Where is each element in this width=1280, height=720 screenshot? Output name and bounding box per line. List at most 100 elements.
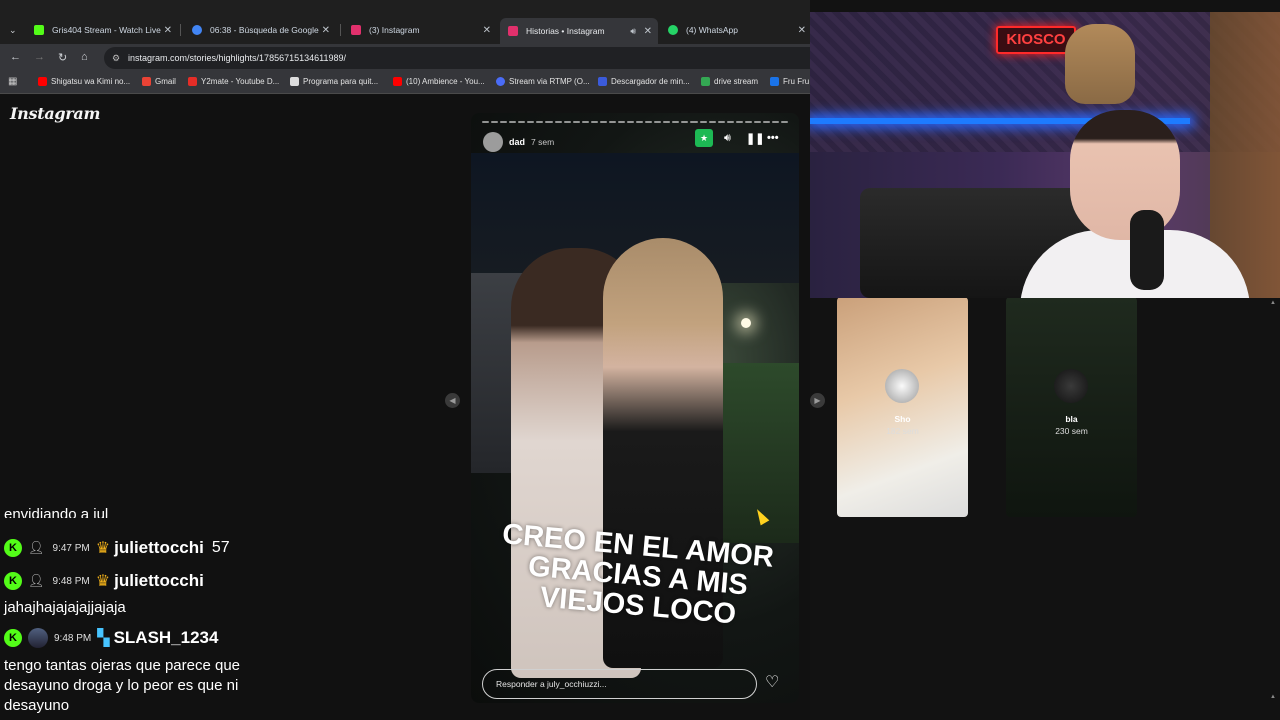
tab-title: (3) Instagram — [369, 25, 420, 35]
volume-icon[interactable]: 🔊︎ — [724, 132, 731, 145]
highlight-thumbnail[interactable]: Sho 182 sem — [837, 297, 968, 517]
bookmark-label: (10) Ambience - You... — [406, 77, 485, 86]
chat-message-text: 57 — [211, 539, 230, 556]
site-info-icon[interactable]: ⚙ — [112, 47, 120, 69]
address-bar[interactable]: ⚙ instagram.com/stories/highlights/17856… — [104, 47, 810, 69]
highlight-thumbnail[interactable]: bla 230 sem — [1006, 297, 1137, 517]
scroll-down-icon[interactable]: ▲ — [1270, 694, 1278, 702]
more-options-icon[interactable]: ••• — [767, 132, 779, 144]
close-icon[interactable]: ✕ — [322, 25, 330, 36]
instagram-favicon-icon — [351, 25, 361, 35]
close-icon[interactable]: ✕ — [798, 25, 806, 36]
bookmark-label: Descargador de min... — [611, 77, 690, 86]
bookmark-label: Shigatsu wa Kimi no... — [51, 77, 131, 86]
chat-message: K 9:48 PM ▚ SLASH_1234 — [4, 628, 218, 648]
downloader-icon — [598, 77, 607, 86]
bookmark-item[interactable]: Fru Fru — [770, 77, 809, 86]
chat-time: 9:47 PM — [52, 542, 90, 554]
drive-icon — [701, 77, 710, 86]
close-friends-star-icon[interactable]: ★ — [695, 129, 713, 147]
story-lamp — [741, 318, 751, 328]
kick-favicon-icon — [34, 25, 44, 35]
neon-sign: KIOSCO — [996, 26, 1076, 54]
webcam-overlay: KIOSCO — [810, 12, 1280, 298]
bookmark-label: drive stream — [714, 77, 759, 86]
close-icon[interactable]: ✕ — [483, 25, 491, 36]
whatsapp-favicon-icon — [668, 25, 678, 35]
home-icon[interactable]: ⌂ — [81, 51, 88, 63]
next-story-icon[interactable]: ▶ — [810, 393, 825, 408]
chat-message-text: envidiando a jul — [4, 508, 109, 518]
restream-icon — [496, 77, 505, 86]
close-icon[interactable]: ✕ — [644, 26, 652, 37]
avatar[interactable] — [483, 132, 503, 152]
speaker-icon[interactable]: 🔊︎ — [630, 26, 636, 37]
stream-chat: envidiando a jul K 👤︎ 9:47 PM ♛ julietto… — [0, 508, 270, 720]
bookmark-item[interactable]: Stream via RTMP (O... — [496, 77, 590, 86]
avatar — [885, 369, 919, 403]
crown-icon: ♛ — [95, 540, 111, 557]
avatar — [28, 628, 48, 648]
bookmark-item[interactable]: Descargador de min... — [598, 77, 690, 86]
program-icon — [290, 77, 299, 86]
tab-historias-instagram[interactable]: Historias • Instagram 🔊︎ ✕ — [500, 18, 658, 44]
bookmark-item[interactable]: Shigatsu wa Kimi no... — [38, 77, 130, 86]
tab-kick[interactable]: Gris404 Stream - Watch Live on ✕ — [26, 18, 178, 42]
y2mate-icon — [188, 77, 197, 86]
youtube-icon — [38, 77, 47, 86]
browser-toolbar: ← → ↻ ⌂ ⚙ instagram.com/stories/highligh… — [0, 44, 810, 72]
story-caption: CREO EN EL AMOR GRACIAS A MIS VIEJOS LOC… — [483, 518, 793, 630]
tab-whatsapp[interactable]: (4) WhatsApp ✕ — [660, 18, 812, 42]
gmail-icon — [142, 77, 151, 86]
reload-icon[interactable]: ↻ — [58, 51, 67, 64]
tab-instagram[interactable]: (3) Instagram ✕ — [343, 18, 497, 42]
pause-icon[interactable]: ❚❚ — [746, 132, 764, 145]
bookmark-item[interactable]: Programa para quit... — [290, 77, 378, 86]
bookmark-label: Fru Fru — [783, 77, 810, 86]
bookmark-item[interactable]: drive stream — [701, 77, 758, 86]
tab-google[interactable]: 06:38 - Búsqueda de Google ✕ — [184, 18, 336, 42]
youtube-icon — [393, 77, 402, 86]
tab-search-icon[interactable]: ⌄ — [9, 25, 17, 36]
screen: ⌄ Gris404 Stream - Watch Live on ✕ 06:38… — [0, 0, 1280, 720]
bookmark-item[interactable]: (10) Ambience - You... — [393, 77, 485, 86]
back-icon[interactable]: ← — [10, 51, 21, 63]
instagram-logo[interactable]: Instagram — [10, 104, 100, 123]
chat-message-text: tengo tantas ojeras que parece que desay… — [4, 657, 241, 714]
instagram-favicon-icon — [508, 26, 518, 36]
story-username[interactable]: dad — [509, 137, 525, 147]
tab-title: (4) WhatsApp — [686, 25, 738, 35]
reply-input[interactable]: Responder a july_occhiuzzi... — [482, 669, 757, 699]
story-header: dad 7 sem — [483, 131, 789, 153]
chat-username: SLASH_1234 — [113, 628, 219, 647]
browser-tab-bar: ⌄ Gris404 Stream - Watch Live on ✕ 06:38… — [0, 0, 810, 44]
forward-icon[interactable]: → — [34, 51, 45, 63]
scroll-up-icon[interactable]: ▲ — [1270, 300, 1278, 308]
story-viewer[interactable]: dad 7 sem ★ 🔊︎ ❚❚ ••• CREO EN EL AMOR GR… — [471, 113, 799, 703]
chat-message: K 👤︎ 9:48 PM ♛ juliettocchi — [4, 571, 204, 591]
kick-icon: K — [4, 572, 22, 590]
highlight-time: 230 sem — [1055, 426, 1088, 436]
story-progress-bar — [482, 121, 789, 123]
highlight-name: Sho — [894, 414, 911, 424]
kick-icon: K — [4, 539, 22, 557]
close-icon[interactable]: ✕ — [164, 25, 172, 36]
chat-message: K 👤︎ 9:47 PM ♛ juliettocchi 57 — [4, 538, 230, 558]
highlight-time: 182 sem — [886, 426, 919, 436]
bookmark-label: Y2mate - Youtube D... — [201, 77, 280, 86]
avatar — [1054, 369, 1088, 403]
bookmark-label: Programa para quit... — [303, 77, 379, 86]
url-text: instagram.com/stories/highlights/1785671… — [128, 53, 346, 63]
streamer — [1020, 110, 1250, 298]
heart-icon[interactable]: ♡ — [765, 672, 779, 692]
previous-story-icon[interactable]: ◀ — [445, 393, 460, 408]
user-icon: 👤︎ — [28, 540, 45, 555]
bookmark-label: Gmail — [155, 77, 176, 86]
bookmark-item[interactable]: Y2mate - Youtube D... — [188, 77, 279, 86]
bookmark-item[interactable]: Gmail — [142, 77, 176, 86]
badge-icon: ▚ — [97, 630, 110, 647]
bookmarks-bar: ▦ Shigatsu wa Kimi no... Gmail Y2mate - … — [0, 72, 810, 94]
tab-title: Gris404 Stream - Watch Live on — [52, 25, 162, 35]
apps-grid-icon[interactable]: ▦ — [8, 77, 18, 87]
chat-message-text: jahajhajajajajjajaja — [4, 599, 126, 616]
